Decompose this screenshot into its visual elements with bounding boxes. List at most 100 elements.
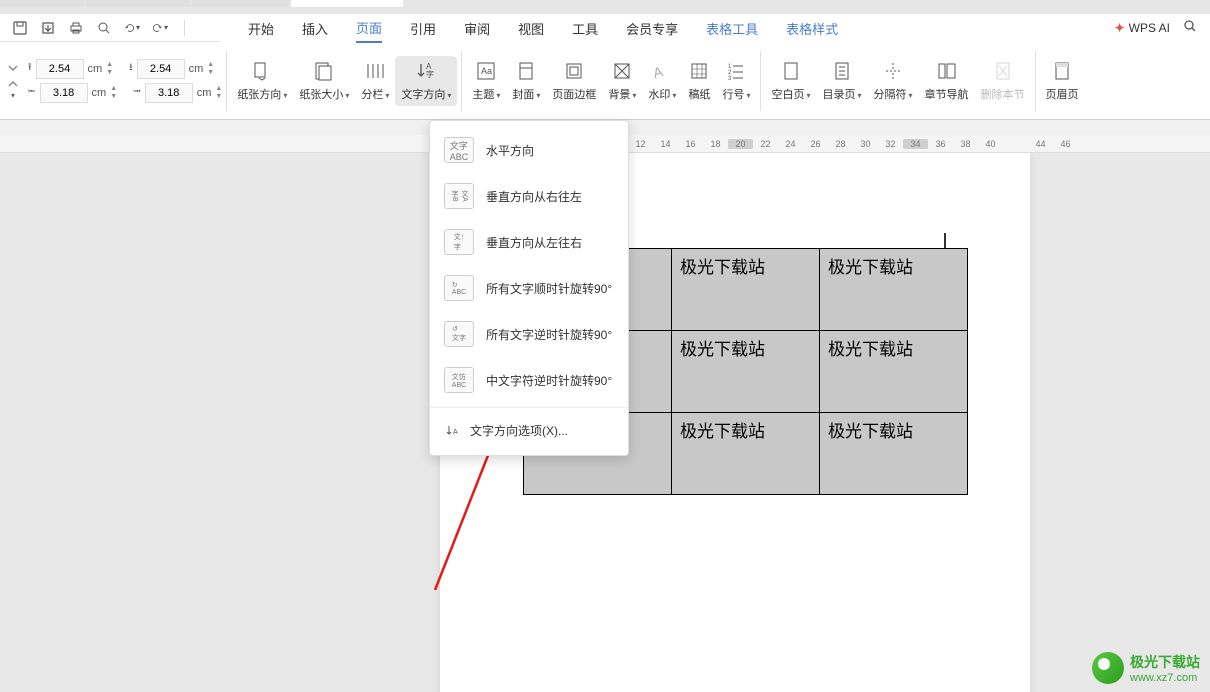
- dd-rotate-ccw[interactable]: ↺文字 所有文字逆时针旋转90°: [430, 311, 628, 357]
- columns-icon: [364, 60, 386, 82]
- print-icon[interactable]: [68, 20, 84, 36]
- spinner[interactable]: ▲▼: [106, 61, 113, 77]
- dd-cn-rotate[interactable]: 文仿ABC 中文字符逆时针旋转90°: [430, 357, 628, 403]
- text-direction-button[interactable]: A字 文字方向▾: [395, 56, 457, 106]
- spinner[interactable]: ▲▼: [110, 85, 117, 101]
- search-icon[interactable]: [1182, 18, 1198, 39]
- menu-reference[interactable]: 引用: [410, 15, 436, 42]
- delete-icon: [992, 60, 1014, 82]
- dd-vertical-rtl[interactable]: 文A字B 垂直方向从右往左: [430, 173, 628, 219]
- site-watermark: 极光下载站 www.xz7.com: [1092, 652, 1200, 684]
- tab-office[interactable]: ✕ s Office: [0, 0, 84, 7]
- margin-left-input[interactable]: [40, 83, 88, 103]
- cover-button[interactable]: 封面▾: [506, 56, 546, 106]
- header-footer-button[interactable]: 页眉页: [1040, 56, 1085, 106]
- margin-top-icon: ⭱: [28, 60, 32, 77]
- bg-icon: [611, 60, 633, 82]
- manuscript-icon: [688, 60, 710, 82]
- spinner[interactable]: ▲▼: [207, 61, 214, 77]
- paper-size-button[interactable]: 纸张大小▾: [293, 56, 355, 106]
- watermark-logo-icon: [1092, 652, 1124, 684]
- linenum-icon: 123: [725, 60, 747, 82]
- menu-table-style[interactable]: 表格样式: [786, 15, 838, 42]
- undo-icon[interactable]: ▾: [124, 20, 140, 36]
- tab-document-2[interactable]: W 文字文稿1 •: [291, 0, 403, 7]
- modified-dot: •: [386, 0, 392, 2]
- page-border-button[interactable]: 页面边框: [546, 56, 602, 106]
- add-tab-button[interactable]: +▾: [405, 0, 436, 3]
- redo-icon[interactable]: ▾: [152, 20, 168, 36]
- margin-left-icon: ⭰: [28, 84, 36, 101]
- preview-icon[interactable]: [96, 20, 112, 36]
- tab-label: 文字文稿1: [323, 0, 378, 2]
- tab-label: 找稿完模板: [118, 0, 178, 2]
- dd-options[interactable]: A 文字方向选项(X)...: [430, 412, 628, 449]
- sep-icon: [882, 60, 904, 82]
- dd-vertical-ltr[interactable]: 文↑字 垂直方向从左往右: [430, 219, 628, 265]
- watermark-button[interactable]: A 水印▾: [642, 56, 682, 106]
- cover-icon: [515, 60, 537, 82]
- blank-page-button[interactable]: 空白页▾: [765, 56, 816, 106]
- table-cell[interactable]: 极光下载站: [820, 249, 968, 331]
- cn-rotate-icon: 文仿ABC: [444, 367, 474, 393]
- menu-review[interactable]: 审阅: [464, 15, 490, 42]
- manuscript-button[interactable]: 稿纸: [682, 56, 716, 106]
- menu-tools[interactable]: 工具: [572, 15, 598, 42]
- watermark-name: 极光下载站: [1130, 652, 1200, 672]
- svg-text:Aa: Aa: [481, 66, 492, 76]
- margin-bottom-icon: ⭳: [129, 60, 133, 77]
- margin-controls: ⭱ cm ▲▼ ⭳ cm ▲▼ ⭰ cm ▲▼ ⭲ cm ▲▼: [28, 59, 222, 103]
- rotate-cw-icon: ↻ABC: [444, 275, 474, 301]
- margin-bottom-input[interactable]: [137, 59, 185, 79]
- paper-dir-icon: [251, 60, 273, 82]
- paper-direction-button[interactable]: 纸张方向▾: [231, 56, 293, 106]
- menu-insert[interactable]: 插入: [302, 15, 328, 42]
- theme-button[interactable]: Aa 主题▾: [466, 56, 506, 106]
- menu-start[interactable]: 开始: [248, 15, 274, 42]
- spinner[interactable]: ▲▼: [215, 85, 222, 101]
- menu-bar: 开始 插入 页面 引用 审阅 视图 工具 会员专享 表格工具 表格样式 ✦WPS…: [220, 14, 1210, 42]
- svg-text:A: A: [453, 429, 458, 436]
- dd-rotate-cw[interactable]: ↻ABC 所有文字顺时针旋转90°: [430, 265, 628, 311]
- horizontal-icon: 文字ABC: [444, 137, 474, 163]
- watermark-icon: A: [651, 60, 673, 82]
- theme-icon: Aa: [475, 60, 497, 82]
- svg-text:3: 3: [728, 76, 732, 82]
- menu-member[interactable]: 会员专享: [626, 15, 678, 42]
- tab-document-1[interactable]: W 秋天.docx: [192, 0, 289, 7]
- margin-top-input[interactable]: [36, 59, 84, 79]
- margin-right-input[interactable]: [145, 83, 193, 103]
- options-icon: A: [444, 423, 460, 439]
- text-dir-icon: A字: [415, 60, 437, 82]
- save-icon[interactable]: [12, 20, 28, 36]
- wps-ai-button[interactable]: ✦WPS AI: [1115, 21, 1170, 35]
- table-cell[interactable]: 极光下载站: [672, 413, 820, 495]
- blank-icon: [780, 60, 802, 82]
- toc-page-button[interactable]: 目录页▾: [816, 56, 867, 106]
- rotate-ccw-icon: ↺文字: [444, 321, 474, 347]
- table-cell[interactable]: 极光下载站: [672, 249, 820, 331]
- svg-text:字: 字: [426, 69, 434, 79]
- svg-text:A: A: [652, 63, 666, 81]
- background-button[interactable]: 背景▾: [602, 56, 642, 106]
- table-cell[interactable]: 极光下载站: [820, 413, 968, 495]
- menu-table-tools[interactable]: 表格工具: [706, 15, 758, 42]
- dd-horizontal[interactable]: 文字ABC 水平方向: [430, 127, 628, 173]
- menu-page[interactable]: 页面: [356, 14, 382, 43]
- menu-view[interactable]: 视图: [518, 15, 544, 42]
- watermark-url: www.xz7.com: [1130, 672, 1200, 684]
- separator-button[interactable]: 分隔符▾: [867, 56, 918, 106]
- table-cell[interactable]: 极光下载站: [672, 331, 820, 413]
- paper-size-icon: [313, 60, 335, 82]
- line-number-button[interactable]: 123 行号▾: [716, 56, 756, 106]
- vertical-rtl-icon: 文A字B: [444, 183, 474, 209]
- columns-button[interactable]: 分栏▾: [355, 56, 395, 106]
- vertical-ltr-icon: 文↑字: [444, 229, 474, 255]
- table-cell[interactable]: 极光下载站: [820, 331, 968, 413]
- chapter-nav-button[interactable]: 章节导航: [919, 56, 975, 106]
- tab-template[interactable]: D 找稿完模板: [86, 0, 190, 7]
- text-direction-dropdown: 文字ABC 水平方向 文A字B 垂直方向从右往左 文↑字 垂直方向从左往右 ↻A…: [429, 120, 629, 456]
- export-icon[interactable]: [40, 20, 56, 36]
- tab-bar: ✕ s Office D 找稿完模板 W 秋天.docx W 文字文稿1 • +…: [0, 0, 1210, 14]
- ribbon-group-margins-btn[interactable]: ▾: [4, 42, 28, 119]
